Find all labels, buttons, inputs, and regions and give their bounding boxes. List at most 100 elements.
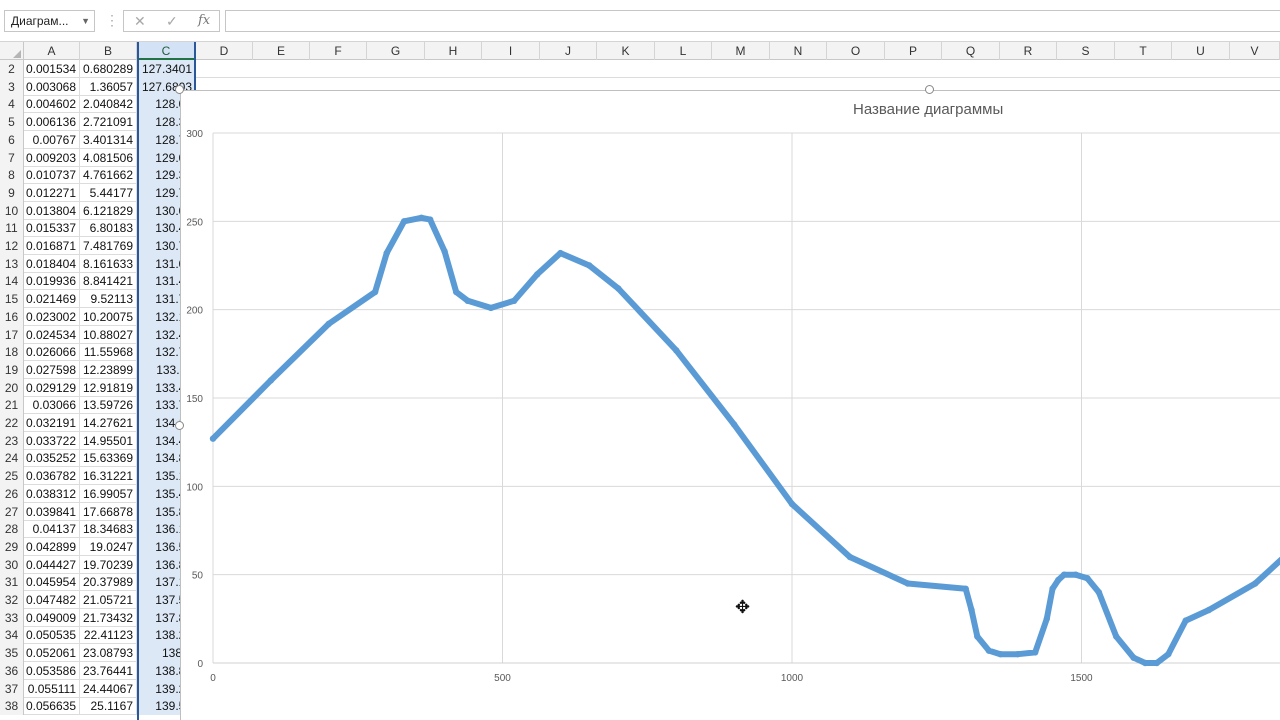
row-header[interactable]: 8 xyxy=(0,166,24,185)
column-header-q[interactable]: Q xyxy=(942,42,1000,60)
cell-b[interactable]: 12.91819 xyxy=(80,378,137,397)
cell-a[interactable]: 0.047482 xyxy=(24,591,80,609)
enter-icon[interactable]: ✓ xyxy=(166,13,178,30)
cell-b[interactable]: 15.63369 xyxy=(80,449,137,468)
cell-b[interactable]: 19.0247 xyxy=(80,537,137,556)
cell-a[interactable]: 0.021469 xyxy=(24,290,80,309)
cell-a[interactable]: 0.016871 xyxy=(24,237,80,255)
row-header[interactable]: 7 xyxy=(0,148,24,167)
cell-a[interactable]: 0.050535 xyxy=(24,626,80,645)
row-header[interactable]: 6 xyxy=(0,130,24,149)
column-header-d[interactable]: D xyxy=(196,42,253,60)
row-header[interactable]: 27 xyxy=(0,502,24,521)
cell-b[interactable]: 25.1167 xyxy=(80,697,137,716)
chart-title[interactable]: Название диаграммы xyxy=(853,101,1003,118)
row-header[interactable]: 12 xyxy=(0,237,24,255)
cell-a[interactable]: 0.045954 xyxy=(24,573,80,592)
row-header[interactable]: 37 xyxy=(0,679,24,698)
row-header[interactable]: 23 xyxy=(0,431,24,450)
column-header-m[interactable]: M xyxy=(712,42,770,60)
row-header[interactable]: 17 xyxy=(0,325,24,344)
row-header[interactable]: 28 xyxy=(0,520,24,539)
column-header-n[interactable]: N xyxy=(770,42,827,60)
column-header-j[interactable]: J xyxy=(540,42,597,60)
cell-a[interactable]: 0.04137 xyxy=(24,520,80,539)
cell-b[interactable]: 5.44177 xyxy=(80,183,137,202)
row-header[interactable]: 25 xyxy=(0,467,24,486)
cell-b[interactable]: 17.66878 xyxy=(80,502,137,521)
cancel-icon[interactable]: ✕ xyxy=(134,13,146,30)
cell-b[interactable]: 3.401314 xyxy=(80,130,137,149)
cell-a[interactable]: 0.001534 xyxy=(24,60,80,78)
cell-a[interactable]: 0.029129 xyxy=(24,378,80,397)
chart-resize-handle[interactable] xyxy=(925,85,934,94)
row-header[interactable]: 26 xyxy=(0,484,24,503)
cell-a[interactable]: 0.049009 xyxy=(24,608,80,627)
cell-b[interactable]: 21.05721 xyxy=(80,591,137,609)
row-header[interactable]: 29 xyxy=(0,537,24,556)
cell-b[interactable]: 14.95501 xyxy=(80,431,137,450)
row-header[interactable]: 22 xyxy=(0,414,24,432)
cell-a[interactable]: 0.03066 xyxy=(24,396,80,415)
cell-b[interactable]: 18.34683 xyxy=(80,520,137,539)
cell-b[interactable]: 11.55968 xyxy=(80,343,137,362)
row-header[interactable]: 19 xyxy=(0,360,24,379)
cell-b[interactable]: 2.721091 xyxy=(80,113,137,132)
cell-b[interactable]: 1.36057 xyxy=(80,77,137,96)
row-header[interactable]: 13 xyxy=(0,254,24,273)
row-header[interactable]: 18 xyxy=(0,343,24,362)
row-header[interactable]: 24 xyxy=(0,449,24,468)
cell-b[interactable]: 16.99057 xyxy=(80,484,137,503)
row-header[interactable]: 2 xyxy=(0,60,24,78)
column-header-e[interactable]: E xyxy=(253,42,310,60)
row-header[interactable]: 4 xyxy=(0,95,24,114)
cell-b[interactable]: 21.73432 xyxy=(80,608,137,627)
cell-b[interactable]: 22.41123 xyxy=(80,626,137,645)
cell-a[interactable]: 0.033722 xyxy=(24,431,80,450)
cell-a[interactable]: 0.012271 xyxy=(24,183,80,202)
cell-b[interactable]: 13.59726 xyxy=(80,396,137,415)
cell-b[interactable]: 24.44067 xyxy=(80,679,137,698)
cell-b[interactable]: 23.76441 xyxy=(80,661,137,680)
row-header[interactable]: 38 xyxy=(0,697,24,716)
row-header[interactable]: 30 xyxy=(0,555,24,574)
column-header-u[interactable]: U xyxy=(1172,42,1230,60)
cell-a[interactable]: 0.042899 xyxy=(24,537,80,556)
cell-b[interactable]: 8.841421 xyxy=(80,272,137,291)
chart-resize-handle[interactable] xyxy=(175,421,184,430)
cell-b[interactable]: 9.52113 xyxy=(80,290,137,309)
cell-b[interactable]: 23.08793 xyxy=(80,644,137,663)
cell-b[interactable]: 10.20075 xyxy=(80,307,137,326)
cell-a[interactable]: 0.010737 xyxy=(24,166,80,185)
cell-a[interactable]: 0.036782 xyxy=(24,467,80,486)
cell-a[interactable]: 0.026066 xyxy=(24,343,80,362)
cell-b[interactable]: 6.121829 xyxy=(80,201,137,220)
cell-a[interactable]: 0.035252 xyxy=(24,449,80,468)
row-header[interactable]: 3 xyxy=(0,77,24,96)
column-header-v[interactable]: V xyxy=(1230,42,1280,60)
row-header[interactable]: 9 xyxy=(0,183,24,202)
row-header[interactable]: 32 xyxy=(0,591,24,609)
cell-a[interactable]: 0.015337 xyxy=(24,219,80,238)
cell-b[interactable]: 0.680289 xyxy=(80,60,137,78)
cell-a[interactable]: 0.013804 xyxy=(24,201,80,220)
chart-area[interactable]: 0 50 100 150 200 250 300 0 500 1000 1500 xyxy=(180,90,1280,720)
cell-b[interactable]: 4.761662 xyxy=(80,166,137,185)
row-header[interactable]: 21 xyxy=(0,396,24,415)
cell-b[interactable]: 6.80183 xyxy=(80,219,137,238)
column-header-i[interactable]: I xyxy=(482,42,540,60)
cell-a[interactable]: 0.053586 xyxy=(24,661,80,680)
cell-b[interactable]: 16.31221 xyxy=(80,467,137,486)
row-header[interactable]: 20 xyxy=(0,378,24,397)
cell-b[interactable]: 7.481769 xyxy=(80,237,137,255)
column-header-a[interactable]: A xyxy=(24,42,80,60)
cell-a[interactable]: 0.055111 xyxy=(24,679,80,698)
column-header-r[interactable]: R xyxy=(1000,42,1057,60)
chart-resize-handle[interactable] xyxy=(175,85,184,94)
cell-b[interactable]: 14.27621 xyxy=(80,414,137,432)
row-header[interactable]: 14 xyxy=(0,272,24,291)
column-header-p[interactable]: P xyxy=(885,42,942,60)
cell-a[interactable]: 0.019936 xyxy=(24,272,80,291)
column-header-k[interactable]: K xyxy=(597,42,655,60)
column-header-h[interactable]: H xyxy=(425,42,482,60)
